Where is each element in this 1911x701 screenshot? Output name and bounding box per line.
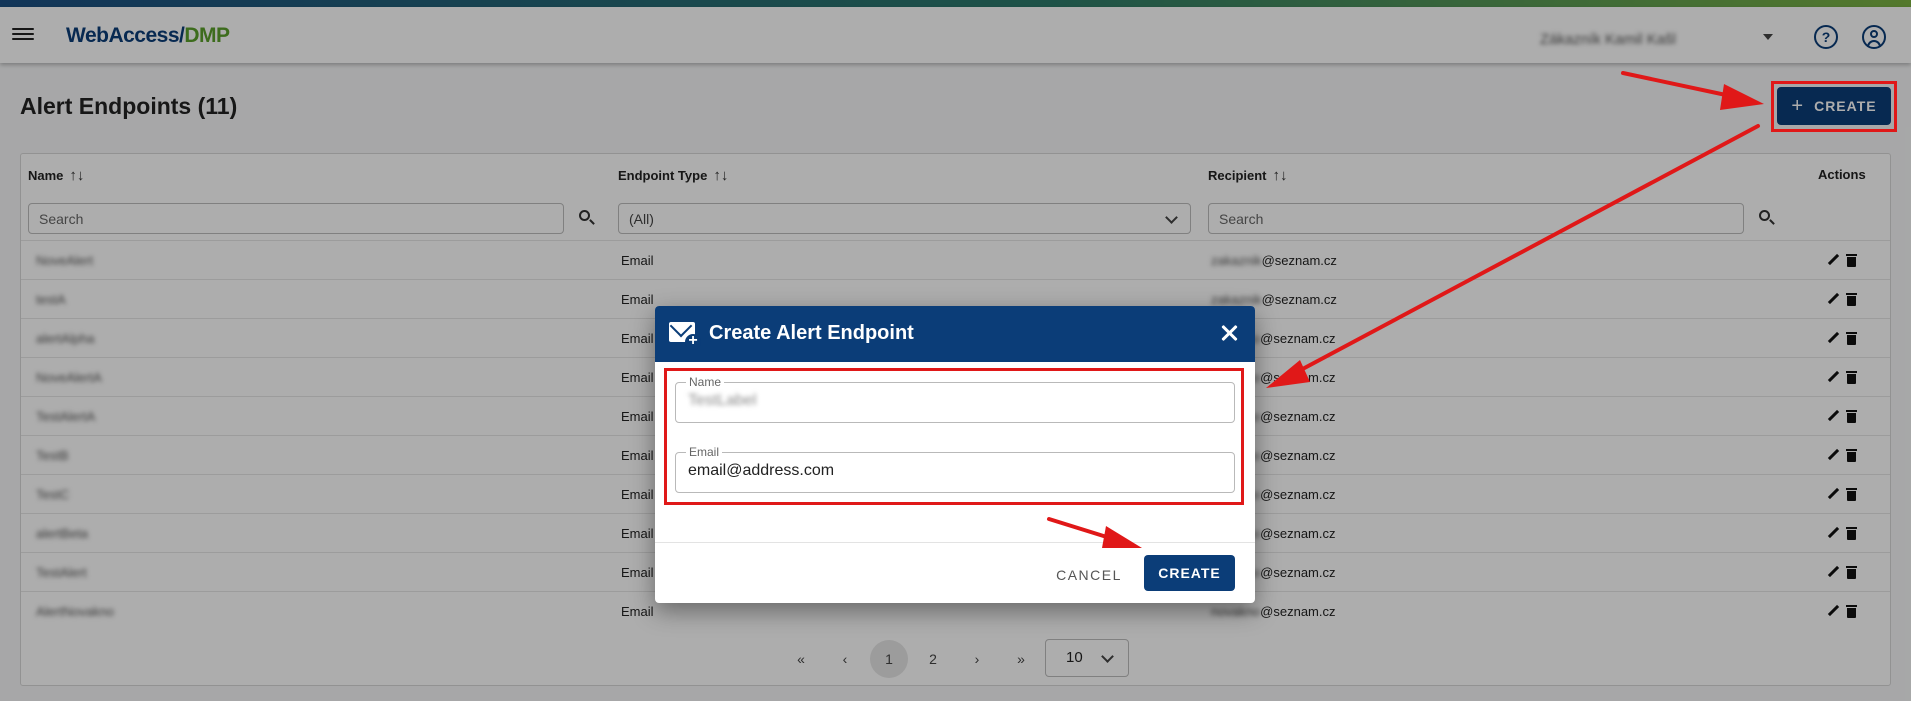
name-input[interactable] <box>688 392 1218 410</box>
annotation-highlight-create <box>1771 81 1897 132</box>
dialog-header: + Create Alert Endpoint <box>655 306 1255 362</box>
email-input[interactable] <box>688 462 1218 480</box>
dialog-title: Create Alert Endpoint <box>709 322 914 344</box>
dialog-divider <box>655 542 1255 543</box>
cancel-button[interactable]: CANCEL <box>1049 557 1129 593</box>
dialog-create-button[interactable]: CREATE <box>1144 555 1235 591</box>
name-field-label: Name <box>686 375 725 389</box>
plus-icon: + <box>685 333 701 350</box>
email-field-label: Email <box>686 445 723 459</box>
name-field[interactable]: Name <box>675 375 1235 423</box>
email-field[interactable]: Email <box>675 445 1235 493</box>
create-alert-endpoint-dialog: + Create Alert Endpoint Name Email CANCE… <box>655 306 1255 603</box>
close-icon[interactable] <box>1218 322 1240 344</box>
